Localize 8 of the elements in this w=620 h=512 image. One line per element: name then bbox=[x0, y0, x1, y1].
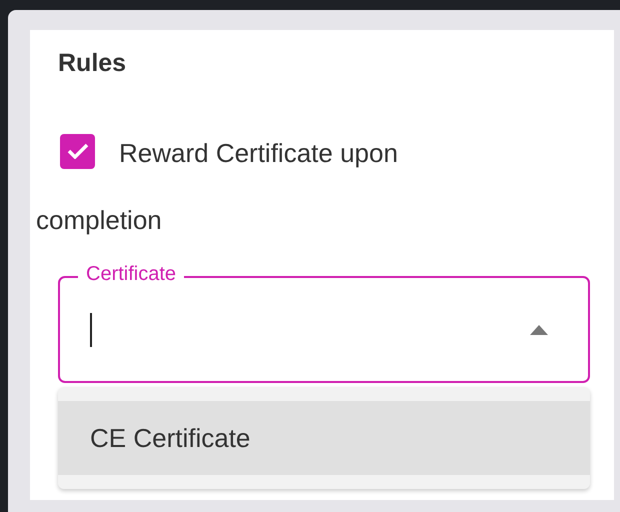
checkbox-label: Reward Certificate upon bbox=[119, 138, 398, 168]
section-title: Rules bbox=[57, 48, 128, 78]
checkbox[interactable] bbox=[60, 134, 95, 169]
checkbox-label: completion bbox=[36, 204, 162, 237]
check-icon bbox=[66, 143, 88, 160]
dropdown-arrow-icon[interactable] bbox=[530, 324, 548, 334]
text-cursor bbox=[90, 312, 92, 346]
menu-option[interactable]: CE Certificate bbox=[58, 401, 590, 475]
